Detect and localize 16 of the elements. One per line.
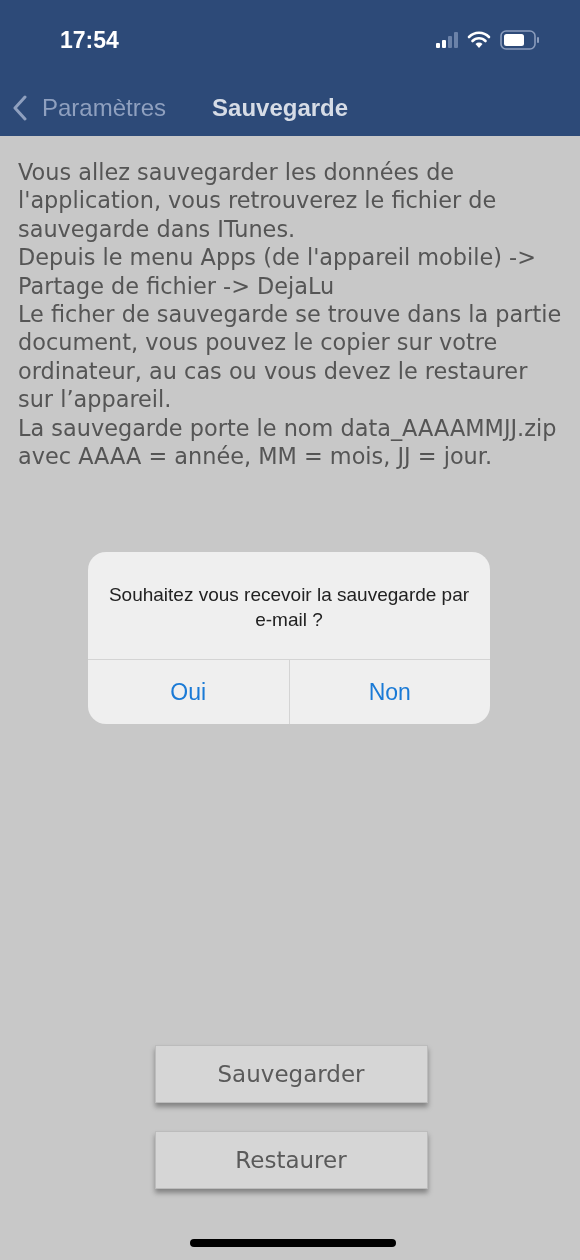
action-button[interactable]: Sauvegarder: [154, 1045, 428, 1103]
alert-message: Souhaitez vous recevoir la sauvegarde par e-mail ?: [107, 583, 471, 632]
description-text: Le ficher de sauvegarde se trouve dans la partie document, vous pouvez le copier sur votre ordinateur, au cas ou vous devez le restaurer sur l’appareil.: [18, 300, 563, 414]
wifi-icon: [467, 31, 491, 49]
chevron-left-icon: [12, 95, 28, 121]
action-button[interactable]: Restaurer: [154, 1131, 428, 1189]
description-text: La sauvegarde porte le nom data_AAAAMMJJ.zip avec AAAA = année, MM = mois, JJ = jour.: [18, 413, 558, 471]
description-text: Vous allez sauvegarder les données de l'application, vous retrouverez le fichier de sauvegarde dans ITunes.: [18, 158, 498, 244]
signal-icon: [436, 32, 458, 48]
alert-button[interactable]: Oui: [88, 660, 289, 724]
screen-title: Sauvegarde: [212, 94, 349, 122]
status-time: 17:54: [60, 26, 119, 54]
battery-icon: [500, 30, 540, 50]
description-text: Depuis le menu Apps (de l'appareil mobile) -> Partage de fichier -> DejaLu: [18, 243, 537, 301]
alert-button[interactable]: Non: [288, 660, 490, 724]
back-button[interactable]: Paramètres: [12, 94, 167, 122]
